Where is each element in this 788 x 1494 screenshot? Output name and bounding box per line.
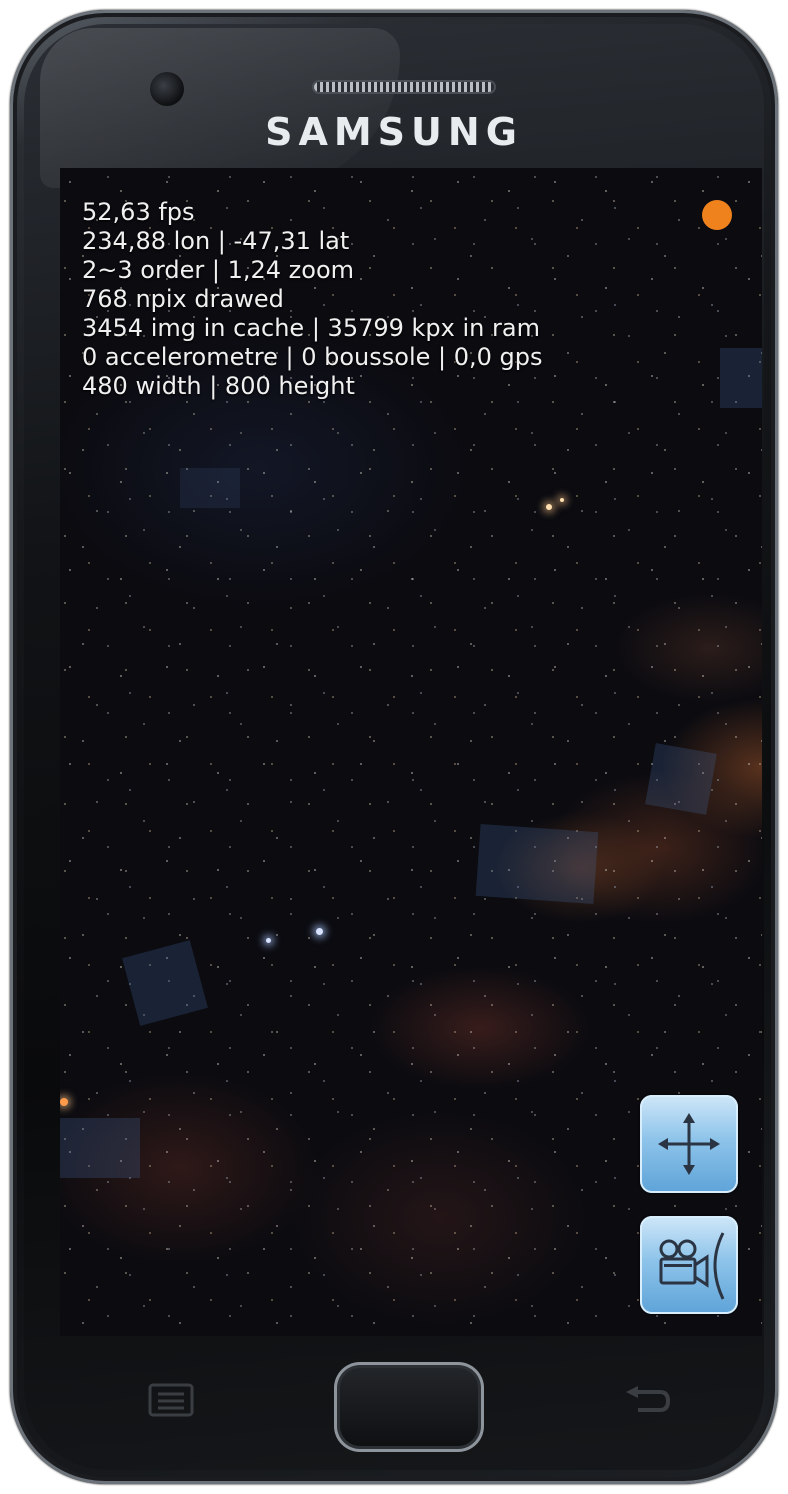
bright-star: [60, 1098, 68, 1106]
menu-key[interactable]: [148, 1383, 194, 1421]
move-arrows-icon: [658, 1113, 720, 1175]
video-camera-icon: [659, 1232, 725, 1300]
npix-readout: 768 npix drawed: [82, 285, 284, 313]
sky-tile: [180, 468, 240, 508]
screen-size-readout: 480 width | 800 height: [82, 372, 355, 400]
sky-tile: [60, 1118, 140, 1178]
pan-mode-button[interactable]: [640, 1095, 738, 1193]
bright-star: [316, 928, 323, 935]
earpiece-speaker: [314, 82, 494, 92]
sensors-readout: 0 accelerometre | 0 boussole | 0,0 gps: [82, 343, 543, 371]
bright-star: [546, 504, 552, 510]
camera-mode-button[interactable]: [640, 1216, 738, 1314]
home-key[interactable]: [334, 1362, 484, 1452]
back-icon: [626, 1386, 671, 1412]
back-key[interactable]: [622, 1386, 672, 1420]
sky-tile: [475, 823, 599, 905]
coordinates-readout: 234,88 lon | -47,31 lat: [82, 227, 350, 255]
sky-tile: [645, 743, 717, 815]
menu-icon: [148, 1383, 194, 1417]
front-camera: [150, 72, 184, 106]
fps-readout: 52,63 fps: [82, 198, 195, 226]
sky-view[interactable]: 52,63 fps 234,88 lon | -47,31 lat 2~3 or…: [60, 168, 762, 1336]
debug-info-panel: 52,63 fps 234,88 lon | -47,31 lat 2~3 or…: [82, 198, 543, 401]
bright-star: [266, 938, 271, 943]
bright-star: [560, 498, 564, 502]
cache-readout: 3454 img in cache | 35799 kpx in ram: [82, 314, 540, 342]
status-indicator: [702, 200, 732, 230]
brand-logo: SAMSUNG: [265, 110, 523, 154]
order-zoom-readout: 2~3 order | 1,24 zoom: [82, 256, 355, 284]
sky-tile: [720, 348, 762, 408]
